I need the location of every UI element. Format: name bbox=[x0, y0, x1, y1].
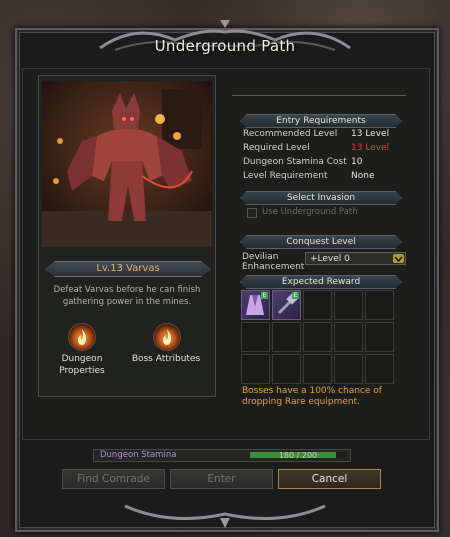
reward-notice: Bosses have a 100% chance of dropping Ra… bbox=[242, 386, 382, 407]
equip-badge: E bbox=[292, 292, 299, 299]
conquest-level-dropdown[interactable]: +Level 0 bbox=[305, 252, 406, 265]
select-invasion-header: Select Invasion bbox=[240, 191, 402, 205]
cancel-button[interactable]: Cancel bbox=[278, 469, 381, 489]
devilian-enhancement-text: Devilian Enhancement bbox=[242, 252, 305, 272]
dungeon-stamina-label: Dungeon Stamina bbox=[100, 450, 177, 460]
reward-slot-empty bbox=[272, 322, 301, 352]
entry-row-label: Recommended Level bbox=[243, 129, 338, 139]
reward-slot-empty bbox=[272, 354, 301, 384]
chevron-down-icon[interactable] bbox=[393, 254, 404, 263]
dungeon-properties-label: Dungeon Properties bbox=[59, 354, 105, 376]
reward-item-robe[interactable]: E bbox=[241, 290, 270, 320]
enter-button[interactable]: Enter bbox=[170, 469, 273, 489]
entry-row: Level Requirement None bbox=[243, 170, 393, 183]
reward-slot-empty bbox=[303, 322, 332, 352]
stamina-value: 180 / 200 bbox=[278, 451, 318, 460]
entry-row-label: Level Requirement bbox=[243, 171, 328, 181]
entry-row-value: 13 Level bbox=[351, 129, 390, 139]
entry-row: Recommended Level 13 Level bbox=[243, 128, 393, 141]
reward-slot-empty bbox=[303, 290, 332, 320]
bottom-ornament bbox=[124, 504, 326, 528]
entry-row-value: 10 bbox=[351, 157, 363, 167]
reward-slot-empty bbox=[334, 322, 363, 352]
use-underground-path-checkbox[interactable] bbox=[247, 208, 257, 218]
window-title: Underground Path bbox=[154, 37, 296, 55]
reward-slot-empty bbox=[241, 354, 270, 384]
reward-item-hammer[interactable]: E bbox=[272, 290, 301, 320]
entry-row-value: 13 Level bbox=[351, 143, 390, 153]
boss-description: Defeat Varvas before he can finish gathe… bbox=[53, 285, 201, 307]
boss-attributes-button[interactable] bbox=[153, 323, 181, 351]
reward-slot-empty bbox=[241, 322, 270, 352]
boss-portrait bbox=[42, 81, 212, 247]
flame-icon bbox=[78, 329, 87, 345]
reward-slot-empty bbox=[334, 354, 363, 384]
conquest-level-value: +Level 0 bbox=[310, 254, 350, 264]
entry-row-label: Dungeon Stamina Cost bbox=[243, 157, 347, 167]
conquest-level-header: Conquest Level bbox=[240, 235, 402, 249]
use-underground-path-label: Use Underground Path bbox=[262, 207, 358, 217]
reward-slot-empty bbox=[365, 322, 394, 352]
dungeon-properties-button[interactable] bbox=[68, 323, 96, 351]
find-comrade-button[interactable]: Find Comrade bbox=[62, 469, 165, 489]
divider-line bbox=[232, 95, 406, 96]
entry-row-value: None bbox=[351, 171, 375, 181]
reward-slot-empty bbox=[365, 290, 394, 320]
flame-icon bbox=[163, 329, 172, 345]
equip-badge: E bbox=[261, 292, 268, 299]
entry-row-label: Required Level bbox=[243, 143, 310, 153]
entry-row: Required Level 13 Level bbox=[243, 142, 393, 155]
boss-attributes-label: Boss Attributes bbox=[131, 354, 201, 364]
entry-row: Dungeon Stamina Cost 10 bbox=[243, 156, 393, 169]
boss-level-banner: Lv.13 Varvas bbox=[45, 261, 211, 277]
reward-slot-empty bbox=[334, 290, 363, 320]
entry-requirements-header: Entry Requirements bbox=[240, 114, 402, 128]
reward-slot-empty bbox=[303, 354, 332, 384]
reward-slot-empty bbox=[365, 354, 394, 384]
expected-reward-header: Expected Reward bbox=[240, 275, 402, 289]
dungeon-stamina-bar: Dungeon Stamina 180 / 200 bbox=[93, 449, 351, 462]
devilian-enhancement-label: Devilian Enhancement bbox=[242, 252, 304, 272]
